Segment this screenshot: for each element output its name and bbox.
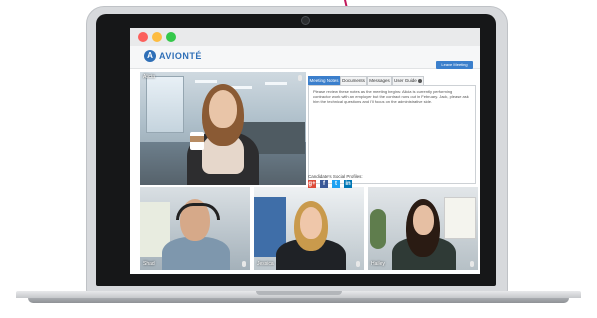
ceiling-light <box>195 80 217 83</box>
wall-chart <box>444 197 476 239</box>
participant-face <box>413 205 434 235</box>
main-video-name-label: Alicia <box>143 74 155 80</box>
microphone-icon[interactable] <box>356 261 360 267</box>
microphone-icon[interactable] <box>242 261 246 267</box>
thumbnail-name-label: Hailey <box>371 261 385 267</box>
thumbnail-name-label: Shad <box>143 261 155 267</box>
minimize-window-button[interactable] <box>152 32 162 42</box>
window-titlebar <box>130 28 480 47</box>
ceiling-light <box>265 82 287 85</box>
facebook-icon[interactable]: f <box>320 180 328 188</box>
google-plus-icon[interactable]: g+ <box>308 180 316 188</box>
laptop-hinge-notch <box>256 291 342 295</box>
info-icon <box>418 78 423 83</box>
participant-thumbnail[interactable]: Jessica <box>254 187 364 270</box>
maximize-window-button[interactable] <box>166 32 176 42</box>
coffee-sleeve <box>190 136 204 142</box>
main-video-tile[interactable]: Alicia <box>140 72 306 185</box>
headset-icon <box>176 203 220 220</box>
participant-face <box>300 207 322 239</box>
office-window <box>146 76 184 133</box>
participant-body <box>162 237 230 270</box>
brand-header: A AVIONTÉ <box>130 46 480 69</box>
linkedin-icon[interactable]: in <box>344 180 352 188</box>
webcam-icon <box>301 16 310 25</box>
meeting-tabs: Meeting Notes Documents Messages User Gu… <box>308 76 474 86</box>
participant-face <box>209 90 237 128</box>
leave-meeting-button[interactable]: Leave Meeting <box>436 61 473 69</box>
social-profiles-label: Candidate's Social Profiles: <box>308 174 363 179</box>
microphone-icon[interactable] <box>470 261 474 267</box>
laptop-base-bottom <box>28 298 569 303</box>
close-window-button[interactable] <box>138 32 148 42</box>
office-plant <box>370 209 386 249</box>
meeting-notes-panel[interactable]: Please review these notes as the meeting… <box>308 85 476 184</box>
main-video-feed <box>140 72 306 185</box>
aviont-logo-icon: A <box>144 50 156 62</box>
thumbnail-name-label: Jessica <box>257 261 274 267</box>
app-window: A AVIONTÉ Leave Meeting Alicia Shad Jess… <box>130 28 480 274</box>
microphone-icon[interactable] <box>298 75 302 81</box>
twitter-icon[interactable]: t <box>332 180 340 188</box>
meeting-notes-text[interactable]: Please review these notes as the meeting… <box>313 89 471 105</box>
participant-thumbnail[interactable]: Shad <box>140 187 250 270</box>
participant-thumbnail[interactable]: Hailey <box>368 187 478 270</box>
tab-user-guide-label: User Guide <box>393 78 417 83</box>
brand-name: AVIONTÉ <box>159 51 202 61</box>
